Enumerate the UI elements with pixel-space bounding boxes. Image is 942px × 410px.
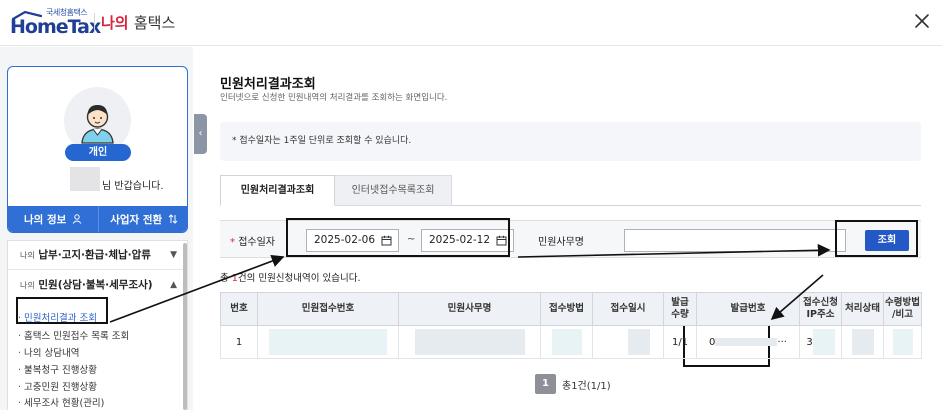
chevron-left-icon: ‹ [198,128,203,139]
total-prefix: 총 [220,273,229,284]
col-header-office-name: 민원사무명 [398,292,541,326]
profile-actions: 나의 정보 사업자 전환 [8,206,187,232]
sub-item-hometax-list[interactable]: 홈택스 민원접수 목록 조회 [18,328,129,342]
masked-value [715,337,778,346]
col-header-datetime: 접수일시 [592,292,664,326]
header: 국세청홈택스 HomeTax 나의 홈택스 [0,0,942,46]
sub-item-grievance-status[interactable]: 고충민원 진행상황 [18,379,97,393]
menu-civil-petition[interactable]: 나의 민원(상담·불복·세무조사) ▲ [8,271,187,300]
switch-arrows-icon [168,214,178,224]
menu-prefix: 나의 [20,251,35,260]
chevron-up-icon: ▲ [170,280,177,290]
total-suffix: 건의 민원신청내역이 있습니다. [237,273,361,284]
cell-method [540,325,593,359]
col-header-method: 접수방법 [540,292,593,326]
tab-internet-list[interactable]: 인터넷접수목록조회 [335,175,452,206]
page-button-current[interactable]: 1 [535,374,556,394]
close-icon[interactable] [911,10,933,32]
table-row[interactable]: 1 1/1 0 ··· 3 [220,325,922,359]
col-header-ip: 접수신청 IP주소 [799,292,842,326]
menu-label: 민원(상담·불복·세무조사) [38,279,153,291]
cell-ip: 3 [799,325,842,359]
cell-no: 1 [220,325,258,359]
search-button[interactable]: 조회 [865,230,909,251]
date-to-value: 2025-02-12 [429,234,491,246]
col-header-status: 처리상태 [841,292,884,326]
hometax-logo[interactable]: 국세청홈택스 HomeTax [10,6,101,40]
calendar-icon[interactable] [381,235,392,246]
col-header-receipt-no: 민원접수번호 [257,292,399,326]
sub-item-appeal-status[interactable]: 불복청구 진행상황 [18,362,97,376]
logo-text: HomeTax [10,16,101,38]
menu-label: 납부·고지·환급·체납·압류 [38,249,151,261]
masked-value [414,329,525,355]
tab-bar: 민원처리결과조회 인터넷접수목록조회 [220,175,921,206]
person-icon [72,214,82,224]
masked-value [812,329,835,355]
notice-box: * 접수일자는 1주일 단위로 조회할 수 있습니다. [220,122,921,161]
user-type-badge: 개인 [65,144,131,161]
cell-receipt-no[interactable] [257,325,399,359]
cell-status [841,325,884,359]
search-panel: * 접수일자 2025-02-06 ~ 2025-02-12 민원사무명 조회 [220,220,921,258]
date-from-value: 2025-02-06 [314,234,376,246]
cell-office-name [398,325,541,359]
date-range-separator: ~ [407,234,416,245]
cell-receive-method [883,325,922,359]
my-hometax-title: 나의 홈택스 [101,12,175,33]
sub-item-tax-audit[interactable]: 세무조사 현황(관리) [18,395,104,409]
col-header-receive-method: 수령방법 /비고 [883,292,922,326]
table-header-row: 번호 민원접수번호 민원사무명 접수방법 접수일시 발급 수량 발급번호 접수신… [220,292,922,326]
menu-payment[interactable]: 나의 납부·고지·환급·체납·압류 ▼ [8,241,187,270]
masked-value [851,329,874,355]
col-header-no: 번호 [220,292,258,326]
calendar-icon[interactable] [496,235,507,246]
profile-card: 개인 님 반갑습니다. 나의 정보 사업자 전환 [7,66,188,233]
issue-no-ellipsis: ··· [777,336,787,348]
cell-datetime [592,325,664,359]
col-header-qty: 발급 수량 [663,292,697,326]
sub-item-result-inquiry[interactable]: 민원처리결과 조회 [18,310,97,324]
office-name-label: 민원사무명 [538,237,584,248]
switch-business-button[interactable]: 사업자 전환 [98,206,187,232]
cell-qty: 1/1 [663,325,697,359]
title-divider [94,13,95,33]
results-table: 번호 민원접수번호 민원사무명 접수방법 접수일시 발급 수량 발급번호 접수신… [220,292,922,359]
my-info-label: 나의 정보 [24,214,67,226]
title-red-part: 나의 [101,14,129,32]
receipt-date-text: 접수일자 [238,237,275,248]
my-info-button[interactable]: 나의 정보 [8,206,98,232]
sidebar-scrollbar[interactable] [183,243,187,410]
required-mark: * [230,237,235,248]
total-count-text: 총 1건의 민원신청내역이 있습니다. [220,270,361,284]
sidebar-collapse-handle[interactable]: ‹ [194,114,207,154]
switch-business-label: 사업자 전환 [110,214,163,226]
masked-user-name [70,167,100,191]
tab-result-inquiry[interactable]: 민원처리결과조회 [220,175,335,206]
sidebar-menu: 나의 납부·고지·환급·체납·압류 ▼ 나의 민원(상담·불복·세무조사) ▲ … [7,240,188,410]
masked-value [269,329,387,355]
chevron-down-icon: ▼ [170,250,177,260]
date-from-input[interactable]: 2025-02-06 [306,229,399,252]
masked-value [551,329,582,355]
menu-prefix: 나의 [20,281,35,290]
greeting-text: 님 반갑습니다. [102,181,164,192]
masked-value [892,329,913,355]
cell-issue-no[interactable]: 0 ··· [696,325,800,359]
receipt-date-label: * 접수일자 [230,233,275,248]
page-description: 인터넷으로 신청한 민원내역의 처리결과를 조회하는 화면입니다. [220,93,448,103]
page-info: 총1건(1/1) [562,381,611,392]
title-dark-part: 홈택스 [133,14,176,32]
date-to-input[interactable]: 2025-02-12 [421,229,514,252]
sub-item-consultation[interactable]: 나의 상담내역 [18,345,79,359]
page-title: 민원처리결과조회 [220,77,316,92]
masked-value [628,329,650,355]
col-header-issue-no: 발급번호 [696,292,800,326]
office-name-input[interactable] [624,229,846,252]
